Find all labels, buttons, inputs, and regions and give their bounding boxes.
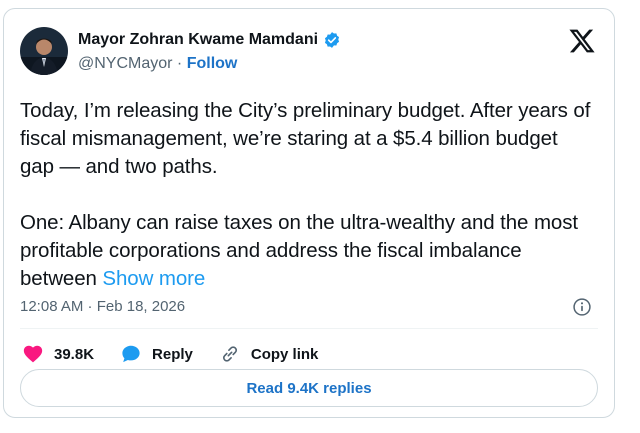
tweet-text: Today, I’m releasing the City’s prelimin…: [20, 97, 595, 293]
reply-button[interactable]: Reply: [120, 343, 193, 365]
handle-row: @NYCMayor · Follow: [78, 55, 237, 73]
follow-button[interactable]: Follow: [187, 55, 238, 72]
reply-label: Reply: [152, 345, 193, 363]
tweet-card: Mayor Zohran Kwame Mamdani @NYCMayor · F…: [3, 8, 615, 418]
avatar[interactable]: [20, 27, 68, 75]
read-replies-button[interactable]: Read 9.4K replies: [20, 369, 598, 407]
read-replies-label: Read 9.4K replies: [246, 379, 372, 397]
handle-separator: ·: [172, 55, 187, 72]
like-count: 39.8K: [54, 345, 95, 363]
action-bar: 39.8K Reply Copy link: [22, 342, 344, 366]
heart-icon: [23, 345, 43, 363]
x-logo-icon[interactable]: [568, 27, 596, 55]
tweet-body: Today, I’m releasing the City’s prelimin…: [20, 99, 591, 290]
like-button[interactable]: 39.8K: [22, 343, 94, 365]
info-icon[interactable]: [572, 297, 592, 317]
copy-link-button[interactable]: Copy link: [219, 343, 319, 365]
author-name-row[interactable]: Mayor Zohran Kwame Mamdani: [78, 31, 341, 49]
speech-bubble-icon: [122, 345, 140, 363]
copy-link-label: Copy link: [250, 345, 319, 363]
show-more-link[interactable]: Show more: [102, 267, 205, 290]
link-icon: [222, 346, 237, 362]
verified-badge-icon: [323, 31, 341, 49]
author-name[interactable]: Mayor Zohran Kwame Mamdani: [78, 31, 318, 49]
tweet-timestamp[interactable]: 12:08 AM · Feb 18, 2026: [20, 298, 185, 315]
author-handle[interactable]: @NYCMayor: [78, 55, 172, 72]
divider: [20, 328, 598, 329]
